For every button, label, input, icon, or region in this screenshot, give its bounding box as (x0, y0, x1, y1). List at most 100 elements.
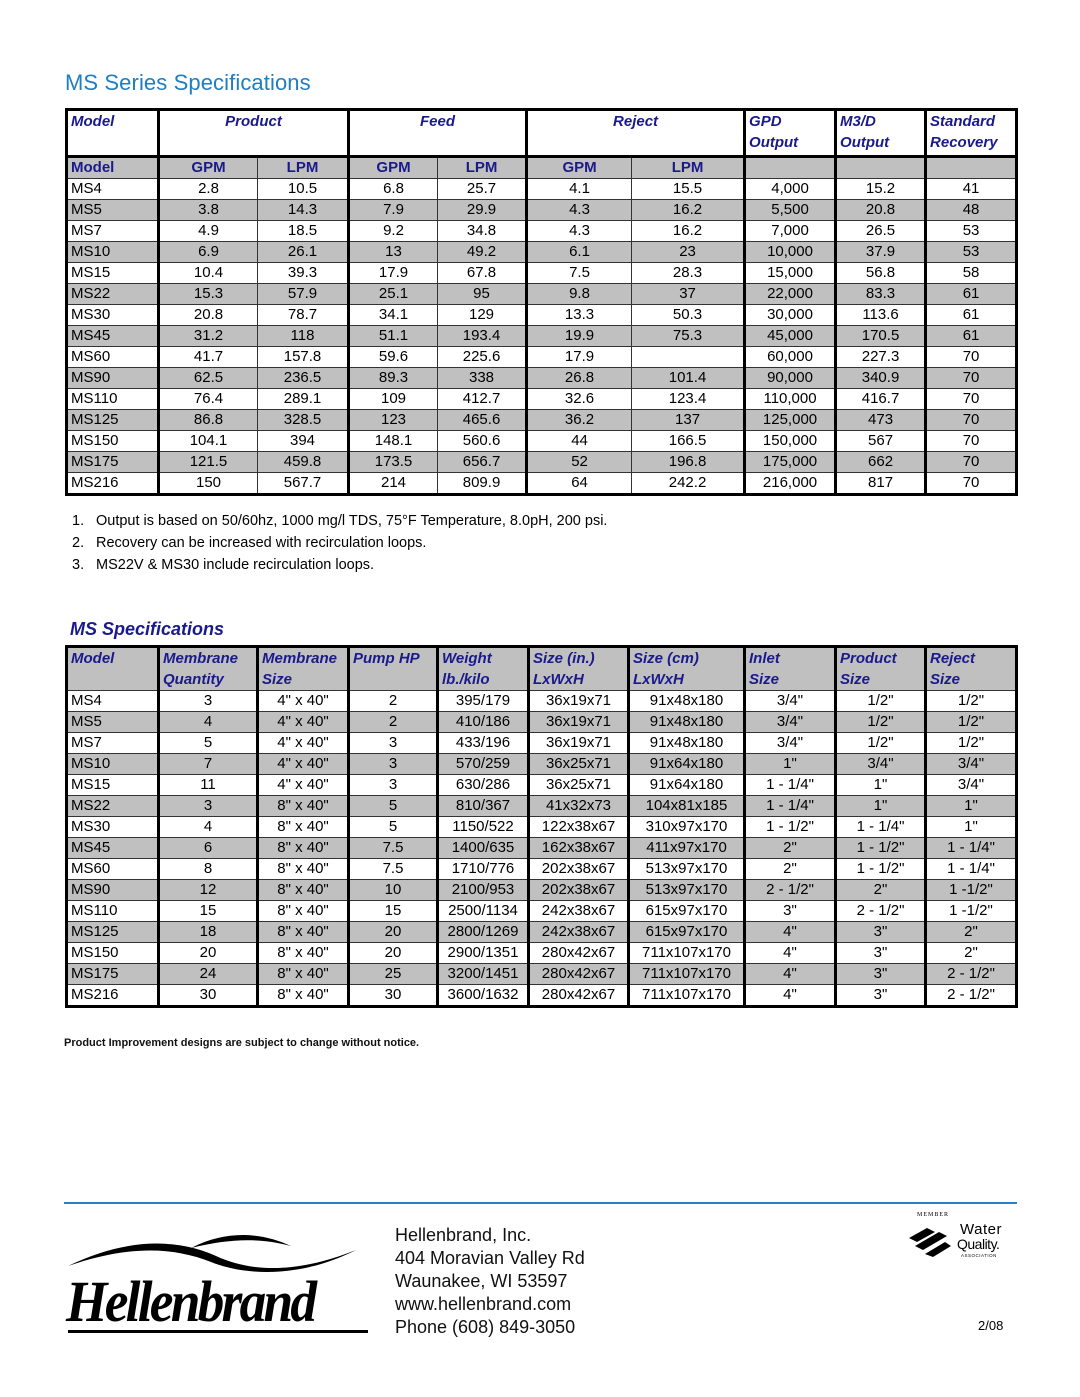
table-cell: 216,000 (743, 472, 837, 495)
footnote: 2. Recovery can be increased with recircu… (72, 532, 607, 554)
footer-divider (64, 1202, 1017, 1204)
header-weight: Weight lb./kilo (436, 646, 529, 691)
logo-wordmark: Hellenbrand (66, 1269, 317, 1334)
footnote: 1. Output is based on 50/60hz, 1000 mg/l … (72, 510, 607, 532)
table-cell: 70 (924, 472, 1018, 495)
table-cell: 67.8 (437, 262, 528, 284)
table-cell: 10 (347, 879, 438, 901)
table-cell: 1" (743, 753, 836, 775)
table-cell: 4" x 40" (256, 732, 349, 754)
header-line1: Model (71, 650, 115, 667)
table-cell: 1400/635 (436, 837, 529, 859)
table-cell: 10,000 (743, 241, 837, 263)
table-cell: 37 (631, 283, 746, 305)
table-cell: 567.7 (256, 472, 350, 495)
wqa-member-logo: MEMBER Water Quality. ASSOCIATION (905, 1212, 1015, 1272)
header-line2: LxWxH (633, 671, 684, 688)
table-cell: 29.9 (437, 199, 528, 221)
table-row: MS10 7 4" x 40" 3 570/259 36x25x71 91x64x180 1"… (66, 753, 1017, 775)
table-row: MS22 15.3 57.9 25.1 95 9.8 37 22,000 83.3 61 (66, 283, 1018, 305)
table-cell: 3/4" (743, 690, 836, 712)
table-cell: 25 (347, 963, 438, 985)
wqa-association-text: ASSOCIATION (961, 1253, 997, 1258)
table-cell: 4 (157, 711, 258, 733)
table-cell: 91x48x180 (627, 732, 745, 754)
table-cell: 3" (834, 921, 926, 943)
table-cell: 16.2 (631, 199, 746, 221)
table-row: MS30 20.8 78.7 34.1 129 13.3 50.3 30,000 113.6 61 (66, 304, 1018, 326)
table-cell: 36x19x71 (527, 711, 629, 733)
table-cell: 7.5 (347, 858, 438, 880)
model-cell: MS90 (66, 367, 159, 389)
table-cell: 4 (157, 816, 258, 838)
address-phone: Phone (608) 849-3050 (395, 1317, 576, 1337)
table-cell: 104x81x185 (627, 795, 745, 817)
table-cell: 15 (157, 900, 258, 922)
header-product-size: Product Size (834, 646, 926, 691)
table-cell: 36x25x71 (527, 753, 629, 775)
table-cell: 1 - 1/4" (924, 837, 1017, 859)
table-cell: 2" (743, 837, 836, 859)
table-cell: 567 (834, 430, 927, 452)
header-gpd-line2: Output (749, 134, 799, 151)
model-cell: MS60 (66, 858, 159, 880)
table-cell: 51.1 (347, 325, 439, 347)
table-cell: 61 (924, 304, 1018, 326)
table-cell: 15,000 (743, 262, 837, 284)
table-cell: 157.8 (256, 346, 350, 368)
table-cell: 1 - 1/4" (834, 816, 926, 838)
table-cell: 7.9 (347, 199, 439, 221)
model-cell: MS90 (66, 879, 159, 901)
address-website[interactable]: www.hellenbrand.com (395, 1293, 585, 1316)
table-cell: 1" (924, 795, 1017, 817)
table-cell: 70 (924, 430, 1018, 452)
table-cell: 3600/1632 (436, 984, 529, 1007)
table-row: MS150 104.1 394 148.1 560.6 44 166.5 150,000 567… (66, 430, 1018, 452)
header-line1: Size (in.) (533, 650, 595, 667)
header-line1: Membrane (262, 650, 338, 667)
table-cell: 78.7 (256, 304, 350, 326)
table-cell: 1 - 1/2" (834, 837, 926, 859)
table-cell: 8" x 40" (256, 921, 349, 943)
table-cell: 28.3 (631, 262, 746, 284)
table-cell: 416.7 (834, 388, 927, 410)
table-cell: 280x42x67 (527, 963, 629, 985)
table-cell: 412.7 (437, 388, 528, 410)
table-cell: 340.9 (834, 367, 927, 389)
table-header-row: Model Membrane Quantity Membrane Size Pump HP… (66, 646, 1017, 691)
table-row: MS90 62.5 236.5 89.3 338 26.8 101.4 90,000 340.9… (66, 367, 1018, 389)
table-cell: 16.2 (631, 220, 746, 242)
model-cell: MS7 (66, 220, 159, 242)
table-cell: 2 - 1/2" (924, 963, 1017, 985)
table-cell: 2900/1351 (436, 942, 529, 964)
footnote-number: 2. (72, 535, 85, 551)
table-cell: 3 (347, 732, 438, 754)
table-cell: 7.5 (347, 837, 438, 859)
table-row: MS60 8 8" x 40" 7.5 1710/776 202x38x67 513x97x… (66, 858, 1017, 880)
table-cell: 25.7 (437, 178, 528, 200)
footnote-text: Recovery can be increased with recircula… (96, 535, 427, 551)
table-cell: 570/259 (436, 753, 529, 775)
header-model: Model (66, 109, 159, 157)
header-line2: Size (749, 671, 780, 688)
model-cell: MS22 (66, 283, 159, 305)
table-cell: 150 (157, 472, 258, 495)
table-cell: 32.6 (525, 388, 633, 410)
table-cell: 809.9 (437, 472, 528, 495)
table-row: MS5 4 4" x 40" 2 410/186 36x19x71 91x48x180 3/4… (66, 711, 1017, 733)
table-cell: 113.6 (834, 304, 927, 326)
subheader-gpd (743, 155, 837, 179)
table-cell: 5 (347, 795, 438, 817)
table-cell: 36.2 (525, 409, 633, 431)
table-cell: 91x48x180 (627, 711, 745, 733)
table-cell: 1710/776 (436, 858, 529, 880)
table-cell: 711x107x170 (627, 984, 745, 1007)
model-cell: MS10 (66, 753, 159, 775)
table-cell: 121.5 (157, 451, 258, 473)
table-cell: 242x38x67 (527, 921, 629, 943)
table-cell: 2100/953 (436, 879, 529, 901)
table-cell: 4.1 (525, 178, 633, 200)
table-cell: 31.2 (157, 325, 258, 347)
table-cell: 817 (834, 472, 927, 495)
table-cell: 9.8 (525, 283, 633, 305)
